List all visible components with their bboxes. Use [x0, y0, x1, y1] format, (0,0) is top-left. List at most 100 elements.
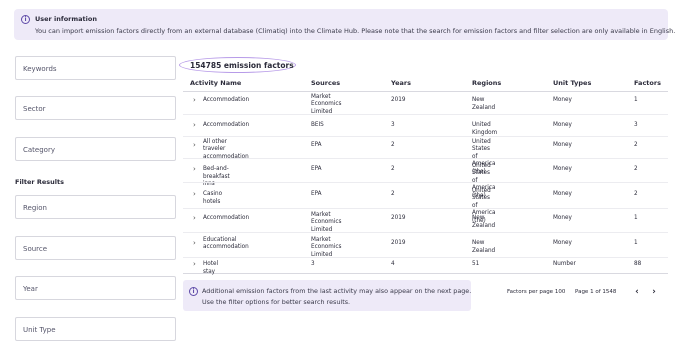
category-placeholder: Category	[23, 145, 55, 154]
row-divider	[183, 182, 668, 183]
region-select[interactable]: Region	[15, 195, 176, 219]
unit-type-cell: Money	[553, 240, 572, 247]
notice-line-2: Use the filter options for better search…	[202, 297, 351, 306]
activity-name-cell-line: All other traveler	[203, 138, 228, 153]
results-count-label: 154785 emission factors	[190, 60, 294, 70]
per-page-selector[interactable]: Factors per page 100	[507, 289, 565, 295]
results-count: 154785 emission factors	[179, 57, 296, 73]
activity-name-cell: Accommodation	[203, 97, 249, 105]
region-cell: 51	[472, 261, 479, 269]
year-select[interactable]: Year	[15, 276, 176, 300]
region-cell-line: United States of	[472, 187, 491, 209]
year-cell: 2019	[391, 215, 406, 222]
factors-cell: 1	[634, 215, 638, 222]
pagination-notice: i Additional emission factors from the l…	[183, 280, 471, 311]
unit-types-header: Unit Types	[553, 79, 592, 87]
unit-type-cell: Money	[553, 142, 572, 149]
info-banner: i User information You can import emissi…	[14, 9, 675, 40]
factors-header: Factors	[634, 79, 661, 87]
region-cell-line: New Zealand	[472, 240, 496, 254]
unit-type-select[interactable]: Unit Type	[15, 317, 176, 341]
year-cell: 2	[391, 142, 395, 149]
expand-row-chevron-icon[interactable]: ›	[193, 240, 196, 247]
region-cell-line: 51	[472, 261, 480, 268]
source-select[interactable]: Source	[15, 236, 176, 260]
year-cell: 2019	[391, 240, 406, 247]
source-cell: EPA	[311, 142, 322, 150]
activity-name-cell: Hotel stay	[203, 261, 218, 276]
unit-type-cell: Money	[553, 215, 572, 222]
activity-name-cell: Educational accommodation	[203, 237, 249, 252]
unit-type-cell: Money	[553, 166, 572, 173]
source-cell: EPA	[311, 166, 322, 174]
activity-name-cell-line: accommodation	[203, 244, 249, 250]
prev-page-button[interactable]: ‹	[632, 286, 642, 298]
source-cell: Market Economics Limited	[311, 94, 342, 117]
source-cell-line: BEIS	[311, 122, 324, 129]
emission-factors-table: Activity Name Sources Years Regions Unit Typ…	[183, 74, 668, 276]
year-cell: 2	[391, 166, 395, 173]
region-cell-line: New Zealand	[472, 97, 496, 111]
unit-type-cell: Number	[553, 261, 576, 268]
region-cell-line: New Zealand	[472, 215, 496, 229]
filter-results-heading: Filter Results	[15, 177, 64, 186]
banner-title: User information	[35, 15, 97, 23]
source-cell: BEIS	[311, 122, 324, 130]
keywords-placeholder: Keywords	[23, 64, 57, 73]
factors-cell: 1	[634, 240, 638, 247]
unit-type-cell: Money	[553, 191, 572, 198]
activity-name-header: Activity Name	[190, 79, 242, 87]
source-placeholder: Source	[23, 244, 48, 253]
notice-line-1: Additional emission factors from the las…	[202, 287, 472, 295]
chevron-left-icon: ‹	[635, 287, 639, 297]
source-cell-line: Market Economics	[311, 236, 342, 251]
total-pages: 1548	[602, 289, 617, 295]
activity-name-cell-line: Bed-and-breakfast inns	[203, 166, 230, 188]
region-cell: New Zealand	[472, 97, 495, 112]
year-cell: 3	[391, 122, 395, 129]
current-page: 1	[590, 289, 594, 295]
expand-row-chevron-icon[interactable]: ›	[193, 166, 196, 173]
activity-name-cell-line: Accommodation	[203, 215, 250, 222]
sector-placeholder: Sector	[23, 104, 46, 113]
unit-type-placeholder: Unit Type	[23, 325, 56, 334]
of-label: of	[595, 289, 601, 295]
expand-row-chevron-icon[interactable]: ›	[193, 97, 196, 104]
factors-cell: 2	[634, 166, 638, 173]
year-cell: 2	[391, 191, 395, 198]
sector-select[interactable]: Sector	[15, 96, 176, 120]
row-divider	[183, 136, 668, 137]
source-cell-line: Market Economics	[311, 211, 342, 226]
chevron-right-icon: ›	[652, 287, 656, 297]
expand-row-chevron-icon[interactable]: ›	[193, 191, 196, 198]
per-page-value: 100	[554, 289, 566, 295]
activity-name-cell: Casino hotels	[203, 191, 222, 206]
source-cell-line: EPA	[311, 142, 322, 149]
category-select[interactable]: Category	[15, 137, 176, 161]
row-divider	[183, 114, 668, 115]
table-header-divider	[183, 91, 668, 92]
activity-name-cell-line: Educational	[203, 236, 237, 243]
factors-cell: 3	[634, 122, 638, 129]
activity-name-cell-line: Accommodation	[203, 122, 250, 129]
region-cell: New Zealand	[472, 215, 495, 230]
expand-row-chevron-icon[interactable]: ›	[193, 122, 196, 129]
info-icon: i	[21, 15, 30, 24]
activity-name-cell: Bed-and-breakfast inns	[203, 166, 230, 189]
row-divider	[183, 208, 668, 209]
row-divider	[183, 158, 668, 159]
region-cell: New Zealand	[472, 240, 495, 255]
expand-row-chevron-icon[interactable]: ›	[193, 261, 196, 268]
row-divider	[183, 257, 668, 258]
banner-message: You can import emission factors directly…	[35, 26, 676, 35]
info-icon: i	[189, 287, 198, 296]
next-page-button[interactable]: ›	[649, 286, 659, 298]
expand-row-chevron-icon[interactable]: ›	[193, 215, 196, 222]
keywords-input[interactable]: Keywords	[15, 56, 176, 80]
activity-name-cell: Accommodation	[203, 215, 249, 223]
factors-cell: 88	[634, 261, 642, 268]
activity-name-cell-line: Casino hotels	[203, 191, 223, 205]
source-cell-line: 3	[311, 261, 315, 268]
source-cell-line: Market Economics	[311, 93, 342, 108]
expand-row-chevron-icon[interactable]: ›	[193, 142, 196, 149]
